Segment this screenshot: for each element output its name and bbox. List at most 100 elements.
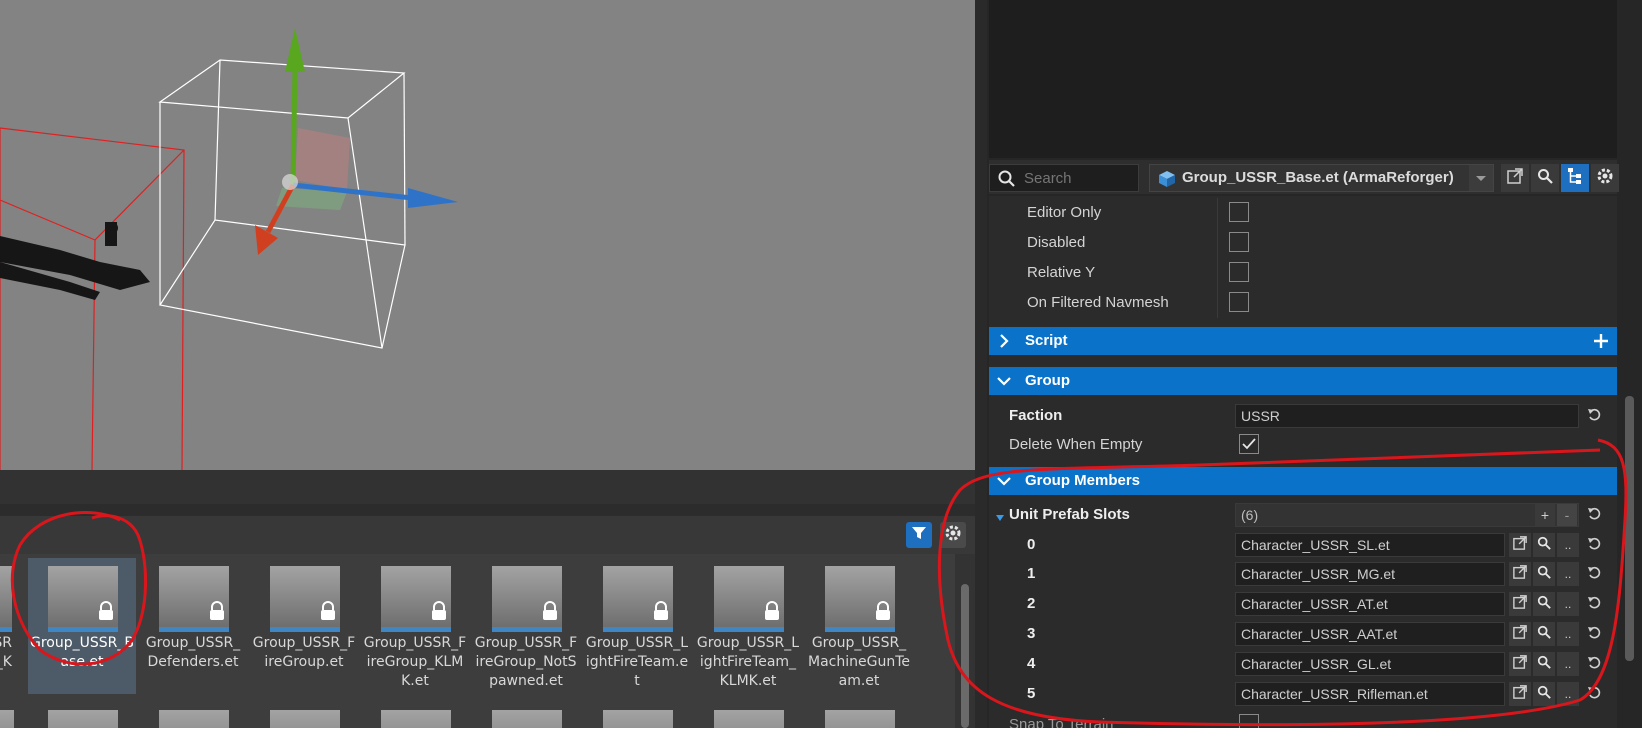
slot-value-field[interactable]: Character_USSR_AT.et — [1235, 592, 1505, 616]
browse-slot-button[interactable]: .. — [1557, 652, 1579, 676]
open-slot-button[interactable] — [1509, 682, 1531, 706]
browser-divider[interactable] — [0, 504, 975, 516]
asset-thumbnail[interactable] — [159, 710, 229, 728]
find-slot-button[interactable] — [1533, 652, 1555, 676]
reset-icon[interactable] — [1587, 407, 1603, 428]
slot-value: Character_USSR_MG.et — [1241, 566, 1396, 582]
reset-icon[interactable] — [1587, 506, 1603, 527]
asset-label: Group_USSR_FireGroup.et — [252, 635, 356, 670]
open-slot-button[interactable] — [1509, 652, 1531, 676]
slot-value-field[interactable]: Character_USSR_MG.et — [1235, 562, 1505, 586]
inspector-settings-button[interactable] — [1591, 164, 1619, 192]
reset-icon[interactable] — [1587, 595, 1603, 616]
asset-thumbnail[interactable] — [492, 710, 562, 728]
slot-value-field[interactable]: Character_USSR_SL.et — [1235, 533, 1505, 557]
search-input[interactable] — [1024, 169, 1134, 187]
search-icon — [1537, 565, 1551, 584]
asset-tile-partial[interactable]: SRn_K — [0, 558, 30, 694]
script-section-header[interactable]: Script — [989, 327, 1617, 355]
browse-slot-button[interactable]: .. — [1557, 533, 1579, 557]
slot-value: Character_USSR_GL.et — [1241, 656, 1392, 672]
asset-thumbnail[interactable] — [714, 710, 784, 728]
inspector-toolbar: Group_USSR_Base.et (ArmaReforger) — [989, 160, 1619, 194]
panel-splitter[interactable] — [975, 0, 987, 728]
scene-viewport[interactable] — [0, 0, 975, 470]
asset-tile[interactable]: Group_USSR_LightFireTeam.et — [583, 558, 691, 694]
browse-slot-button[interactable]: .. — [1557, 562, 1579, 586]
browse-slot-button[interactable]: .. — [1557, 622, 1579, 646]
open-slot-button[interactable] — [1509, 592, 1531, 616]
browse-slot-button[interactable]: .. — [1557, 682, 1579, 706]
group-section-header[interactable]: Group — [989, 367, 1617, 395]
search-icon — [1537, 655, 1551, 674]
open-slot-button[interactable] — [1509, 622, 1531, 646]
disabled-checkbox[interactable] — [1229, 232, 1249, 252]
browser-settings-button[interactable] — [940, 522, 966, 548]
slot-value-field[interactable]: Character_USSR_Rifleman.et — [1235, 682, 1505, 706]
find-slot-button[interactable] — [1533, 562, 1555, 586]
asset-tile[interactable]: Group_USSR_FireGroup.et — [250, 558, 358, 694]
add-icon[interactable] — [1593, 333, 1609, 354]
delete-when-empty-checkbox[interactable] — [1239, 434, 1259, 454]
relative-y-checkbox[interactable] — [1229, 262, 1249, 282]
slot-value-field[interactable]: Character_USSR_GL.et — [1235, 652, 1505, 676]
open-slot-button[interactable] — [1509, 533, 1531, 557]
faction-value: USSR — [1241, 408, 1280, 424]
lock-icon — [874, 601, 892, 625]
filter-button[interactable] — [906, 522, 932, 548]
asset-thumbnail[interactable] — [825, 710, 895, 728]
reset-icon[interactable] — [1587, 685, 1603, 706]
open-external-button[interactable] — [1501, 164, 1529, 192]
search-icon — [1537, 625, 1551, 644]
entity-selector[interactable]: Group_USSR_Base.et (ArmaReforger) — [1149, 164, 1494, 192]
asset-tile[interactable]: Group_USSR_Defenders.et — [139, 558, 247, 694]
asset-tile[interactable]: Group_USSR_Base.et — [28, 558, 136, 694]
asset-label: Group_USSR_Base.et — [30, 635, 134, 670]
hierarchy-button[interactable] — [1561, 164, 1589, 192]
reset-icon[interactable] — [1587, 565, 1603, 586]
triangle-down-icon[interactable] — [995, 510, 1005, 528]
asset-tile[interactable]: Group_USSR_LightFireTeam_KLMK.et — [694, 558, 802, 694]
property-label: Unit Prefab Slots — [1009, 506, 1130, 523]
asset-thumbnail[interactable] — [48, 710, 118, 728]
asset-tile[interactable]: Group_USSR_FireGroup_NotSpawned.et — [472, 558, 580, 694]
group-members-section-header[interactable]: Group Members — [989, 467, 1617, 495]
asset-thumbnail[interactable] — [381, 710, 451, 728]
open-external-icon — [1513, 684, 1527, 704]
reset-icon[interactable] — [1587, 536, 1603, 557]
reset-icon[interactable] — [1587, 655, 1603, 676]
remove-slot-button[interactable]: - — [1557, 504, 1577, 526]
snap-to-terrain-checkbox[interactable] — [1239, 714, 1259, 728]
asset-tile[interactable]: Group_USSR_MachineGunTeam.et — [805, 558, 913, 694]
add-slot-label: + — [1540, 507, 1550, 523]
browser-header — [0, 470, 975, 504]
asset-thumbnail[interactable] — [0, 710, 14, 728]
slot-index: 4 — [1027, 655, 1036, 672]
search-box[interactable] — [989, 164, 1139, 192]
faction-field[interactable]: USSR — [1235, 404, 1579, 428]
asset-thumbnail[interactable] — [270, 710, 340, 728]
find-slot-button[interactable] — [1533, 682, 1555, 706]
add-slot-button[interactable]: + — [1535, 504, 1555, 526]
browse-slot-button[interactable]: .. — [1557, 592, 1579, 616]
find-slot-button[interactable] — [1533, 622, 1555, 646]
open-slot-button[interactable] — [1509, 562, 1531, 586]
remove-slot-label: - — [1564, 507, 1570, 523]
asset-tile[interactable]: Group_USSR_FireGroup_KLMK.et — [361, 558, 469, 694]
slot-value-field[interactable]: Character_USSR_AAT.et — [1235, 622, 1505, 646]
on-filtered-navmesh-checkbox[interactable] — [1229, 292, 1249, 312]
properties-scrollbar[interactable] — [1617, 196, 1642, 728]
asset-thumbnail — [48, 566, 118, 632]
asset-thumbnail[interactable] — [603, 710, 673, 728]
find-slot-button[interactable] — [1533, 533, 1555, 557]
search-icon — [1537, 536, 1551, 555]
find-button[interactable] — [1531, 164, 1559, 192]
chevron-down-icon[interactable] — [1469, 165, 1493, 191]
checkmark-icon — [1242, 438, 1256, 450]
asset-grid-scrollbar[interactable] — [955, 554, 975, 728]
browse-label: .. — [1564, 627, 1572, 641]
lock-icon — [763, 601, 781, 625]
reset-icon[interactable] — [1587, 625, 1603, 646]
editor-only-checkbox[interactable] — [1229, 202, 1249, 222]
find-slot-button[interactable] — [1533, 592, 1555, 616]
